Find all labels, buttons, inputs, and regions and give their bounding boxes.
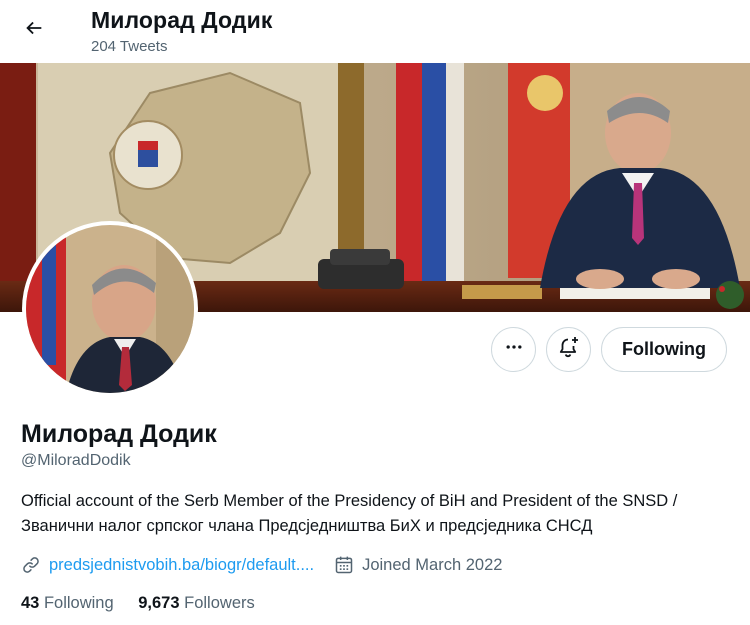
more-button[interactable] <box>491 327 536 372</box>
avatar-image <box>26 225 194 393</box>
top-bar: Милорад Додик 204 Tweets <box>0 0 750 63</box>
more-dots-icon <box>504 337 524 362</box>
calendar-icon <box>334 555 354 575</box>
bell-plus-icon <box>557 335 581 364</box>
link-icon <box>21 555 41 575</box>
follow-stats: 43 Following 9,673 Followers <box>21 594 275 613</box>
arrow-left-icon <box>23 17 45 44</box>
back-button[interactable] <box>16 12 52 48</box>
joined-date: Joined March 2022 <box>334 555 502 575</box>
profile-name: Милорад Додик <box>21 420 217 448</box>
profile-website-link[interactable]: predsjednistvobih.ba/biogr/default.... <box>49 556 314 575</box>
following-count: 43 <box>21 594 40 612</box>
following-label: Following <box>43 594 114 612</box>
followers-count-link[interactable]: 9,673 Followers <box>138 594 255 612</box>
page-title: Милорад Додик <box>91 7 273 33</box>
joined-text: Joined March 2022 <box>362 555 503 574</box>
tweet-count: 204 Tweets <box>91 38 168 55</box>
profile-bio: Official account of the Serb Member of t… <box>21 492 678 535</box>
profile-handle: @MiloradDodik <box>21 452 131 469</box>
profile-meta: predsjednistvobih.ba/biogr/default.... J… <box>21 553 502 577</box>
avatar[interactable] <box>22 221 198 397</box>
following-button[interactable]: Following <box>601 327 727 372</box>
notifications-button[interactable] <box>546 327 591 372</box>
following-count-link[interactable]: 43 Following <box>21 594 114 612</box>
followers-label: Followers <box>184 594 255 612</box>
followers-count: 9,673 <box>138 594 180 612</box>
